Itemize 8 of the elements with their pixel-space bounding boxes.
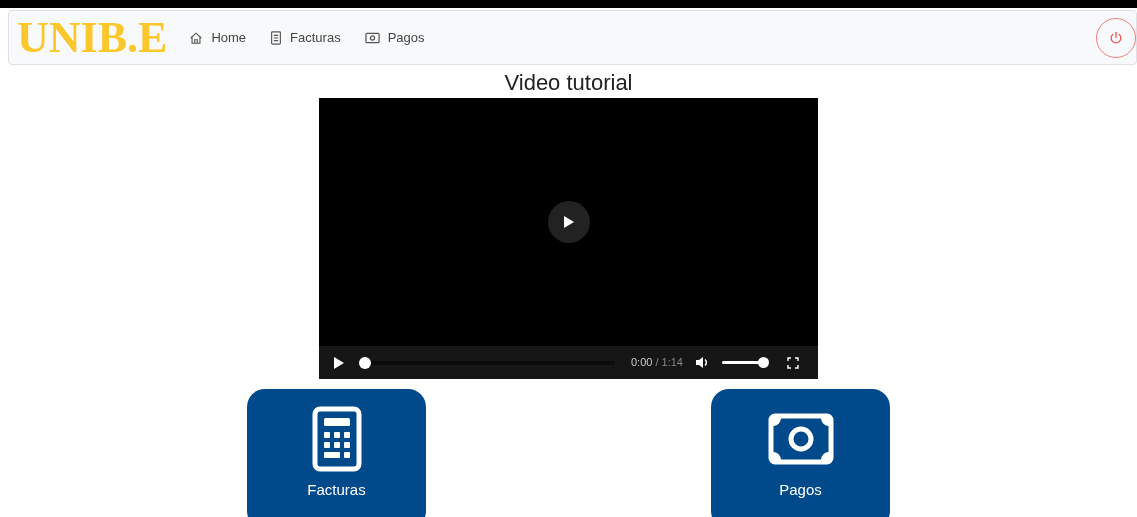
nav-link[interactable]: Home (179, 27, 257, 48)
video-title: Video tutorial (504, 69, 633, 97)
nav-link[interactable]: Pagos (354, 27, 435, 48)
shortcut-card[interactable]: Pagos (711, 389, 890, 517)
shortcut-card[interactable]: Facturas (247, 389, 426, 517)
duration: / 1:14 (655, 355, 683, 371)
nav-link[interactable]: Facturas (260, 27, 351, 48)
current-time: 0:00 (631, 355, 653, 371)
